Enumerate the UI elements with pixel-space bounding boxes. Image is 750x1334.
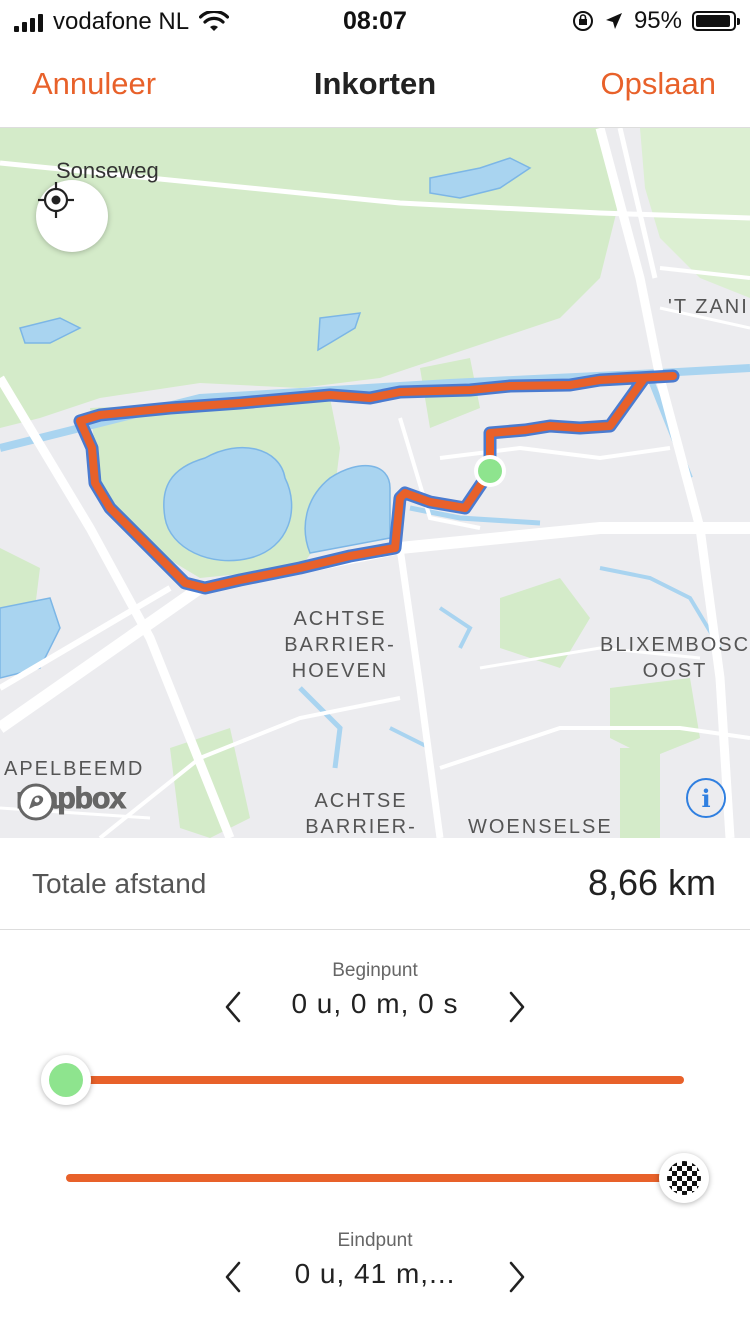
chevron-right-icon [509, 1261, 525, 1293]
battery-icon [692, 11, 740, 31]
mapbox-attribution[interactable]: mapbox [15, 782, 127, 821]
map-label-t-zand: 'T ZANI [668, 296, 749, 318]
road [439, 445, 671, 461]
map-label-achtse-barrier-hoeven: ACHTSE BARRIER- HOEVEN [284, 608, 396, 682]
canal [298, 686, 343, 769]
park-area [610, 678, 700, 758]
start-point-label: Beginpunt [332, 960, 418, 981]
save-button[interactable]: Opslaan [601, 66, 716, 102]
total-distance-value: 8,66 km [587, 862, 716, 903]
start-marker-icon [49, 1063, 83, 1097]
info-icon: i [701, 783, 711, 813]
map-label-apelbeemd: APELBEEMD [4, 758, 145, 780]
route-map[interactable]: Sonseweg 'T ZANI ACHTSE BARRIER- HOEVEN … [0, 128, 750, 838]
locate-me-button[interactable] [36, 180, 108, 252]
location-arrow-icon [605, 13, 622, 29]
park-area [500, 578, 590, 668]
road [439, 726, 750, 770]
end-point-label: Eindpunt [337, 1230, 413, 1251]
end-point-slider[interactable] [66, 1153, 709, 1203]
map-canvas [0, 128, 750, 838]
route-start-marker-dot [478, 459, 502, 483]
checkered-flag-icon [667, 1161, 701, 1195]
park-area [620, 748, 660, 838]
start-slider-handle[interactable] [41, 1055, 91, 1105]
status-right: 95% [572, 7, 740, 35]
rotation-lock-icon [572, 11, 593, 31]
total-distance-label: Totale afstand [32, 868, 207, 899]
mapbox-logo-icon [17, 783, 55, 821]
total-distance-row: Totale afstand 8,66 km [0, 838, 750, 930]
battery-percent: 95% [633, 7, 682, 34]
start-next-button[interactable] [502, 990, 532, 1024]
lake [0, 597, 61, 679]
end-point-stepper: 0 u, 41 m,... [0, 1252, 750, 1302]
end-slider-handle[interactable] [659, 1153, 709, 1203]
map-label-blixembosch-oost: BLIXEMBOSC OOST [600, 634, 750, 682]
map-label-woenselse: WOENSELSE [468, 816, 613, 838]
end-point-value: 0 u, 41 m,... [294, 1258, 456, 1289]
chevron-right-icon [509, 991, 525, 1023]
map-info-button[interactable]: i [686, 778, 726, 818]
end-next-button[interactable] [502, 1260, 532, 1294]
canal [438, 606, 473, 649]
start-point-stepper: 0 u, 0 m, 0 s [0, 982, 750, 1032]
start-point-value: 0 u, 0 m, 0 s [291, 988, 459, 1019]
nav-bar: Annuleer Inkorten Opslaan [0, 40, 750, 128]
start-point-slider[interactable] [41, 1055, 684, 1105]
status-bar: vodafone NL 08:07 95% [0, 0, 750, 40]
crosshair-icon [38, 182, 74, 218]
map-label-achtse-barrier: ACHTSE BARRIER- [305, 790, 417, 838]
